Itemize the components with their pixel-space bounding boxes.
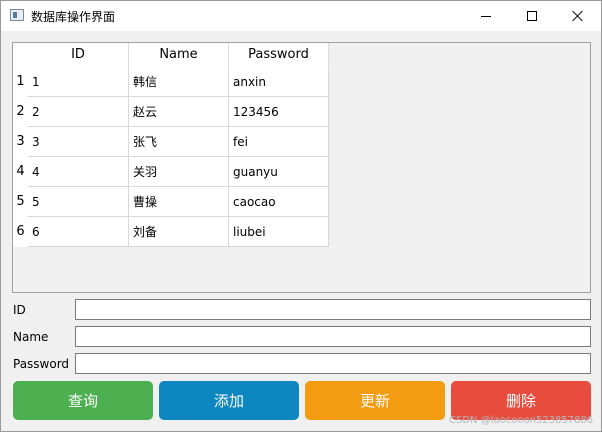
table-cell[interactable]: caocao xyxy=(229,187,329,217)
close-icon xyxy=(572,10,584,22)
row-header[interactable]: 3 xyxy=(13,127,28,157)
update-button[interactable]: 更新 xyxy=(305,381,445,420)
row-header[interactable]: 6 xyxy=(13,217,28,247)
table-cell[interactable]: 张飞 xyxy=(129,127,229,157)
id-input[interactable] xyxy=(75,299,591,320)
table-cell[interactable]: 123456 xyxy=(229,97,329,127)
app-window: 数据库操作界面 ID Name Password 1 1 韩信 anxin 2 … xyxy=(0,0,602,432)
password-input[interactable] xyxy=(75,353,591,374)
row-header[interactable]: 2 xyxy=(13,97,28,127)
add-button[interactable]: 添加 xyxy=(159,381,299,420)
table-cell[interactable]: anxin xyxy=(229,67,329,97)
table-cell[interactable]: 赵云 xyxy=(129,97,229,127)
query-button[interactable]: 查询 xyxy=(13,381,153,420)
table-cell[interactable]: 6 xyxy=(28,217,129,247)
table-cell[interactable]: fei xyxy=(229,127,329,157)
table-cell[interactable]: 3 xyxy=(28,127,129,157)
app-icon xyxy=(10,9,24,21)
window-title: 数据库操作界面 xyxy=(31,10,116,24)
table-cell[interactable]: 4 xyxy=(28,157,129,187)
table-cell[interactable]: 关羽 xyxy=(129,157,229,187)
id-label: ID xyxy=(13,303,26,317)
table-cell[interactable]: 1 xyxy=(28,67,129,97)
table-cell[interactable]: 5 xyxy=(28,187,129,217)
minimize-button[interactable] xyxy=(463,1,509,31)
column-header-id[interactable]: ID xyxy=(28,43,129,67)
watermark: CSDN @laocooon523857886 xyxy=(449,415,594,426)
name-input[interactable] xyxy=(75,326,591,347)
table-cell[interactable]: 韩信 xyxy=(129,67,229,97)
column-header-password[interactable]: Password xyxy=(229,43,329,67)
minimize-icon xyxy=(481,15,491,17)
table-cell[interactable]: 2 xyxy=(28,97,129,127)
password-label: Password xyxy=(13,357,70,371)
close-button[interactable] xyxy=(555,1,601,31)
row-header[interactable]: 1 xyxy=(13,67,28,97)
column-header-name[interactable]: Name xyxy=(129,43,229,67)
table-cell[interactable]: 曹操 xyxy=(129,187,229,217)
data-table[interactable]: ID Name Password 1 1 韩信 anxin 2 2 赵云 123… xyxy=(12,42,591,293)
table-corner[interactable] xyxy=(13,43,28,67)
table-cell[interactable]: liubei xyxy=(229,217,329,247)
maximize-button[interactable] xyxy=(509,1,555,31)
maximize-icon xyxy=(527,11,537,21)
table-cell[interactable]: guanyu xyxy=(229,157,329,187)
title-bar[interactable]: 数据库操作界面 xyxy=(1,1,601,31)
name-label: Name xyxy=(13,330,49,344)
table-cell[interactable]: 刘备 xyxy=(129,217,229,247)
row-header[interactable]: 4 xyxy=(13,157,28,187)
row-header[interactable]: 5 xyxy=(13,187,28,217)
